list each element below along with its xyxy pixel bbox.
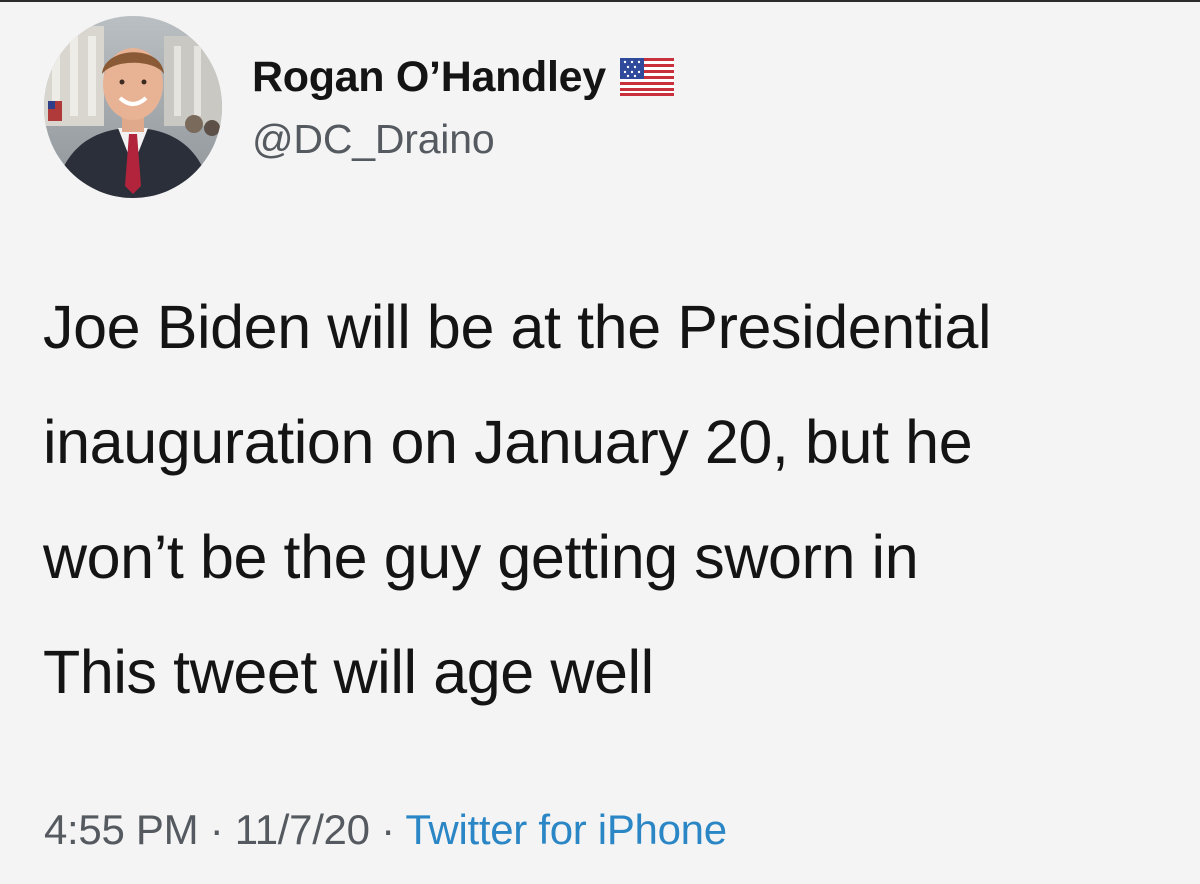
author-handle[interactable]: @DC_Draino xyxy=(252,116,495,163)
tweet-text-line: Joe Biden will be at the Presidential xyxy=(43,293,992,361)
tweet-source-link[interactable]: Twitter for iPhone xyxy=(405,806,727,853)
tweet-meta: 4:55 PM · 11/7/20 · Twitter for iPhone xyxy=(44,806,727,854)
avatar[interactable] xyxy=(44,16,222,198)
tweet-text: Joe Biden will be at the Presidential in… xyxy=(43,270,1183,730)
meta-separator: · xyxy=(381,806,395,853)
tweet-time[interactable]: 4:55 PM xyxy=(44,806,199,853)
tweet-text-second-paragraph: This tweet will age well xyxy=(43,638,654,706)
tweet-text-line: inauguration on January 20, but he xyxy=(43,408,973,476)
tweet-date[interactable]: 11/7/20 xyxy=(235,806,370,853)
profile-photo-icon xyxy=(44,16,222,198)
author-display-name[interactable]: Rogan O’Handley xyxy=(252,53,606,102)
author-name-row[interactable]: Rogan O’Handley xyxy=(252,53,674,101)
us-flag-icon xyxy=(619,58,674,96)
tweet-text-line: won’t be the guy getting sworn in xyxy=(43,523,919,591)
meta-separator: · xyxy=(209,806,224,853)
tweet-card: Rogan O’Handley @DC_Draino Joe Biden wil… xyxy=(0,0,1200,884)
